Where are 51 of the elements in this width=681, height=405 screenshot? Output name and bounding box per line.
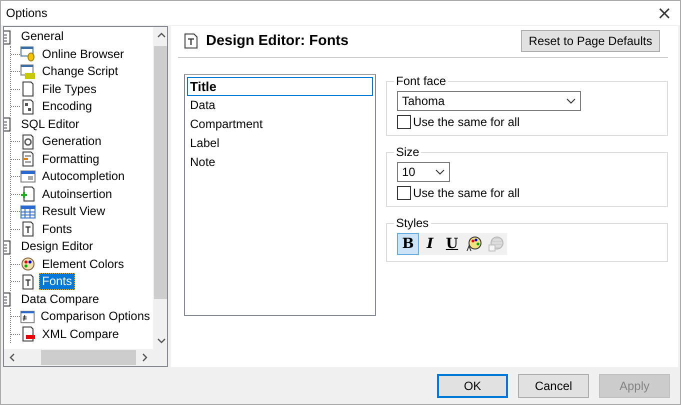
tree-item[interactable]: XML Compare — [39, 326, 122, 343]
scroll-thumb[interactable] — [154, 46, 167, 299]
hatched-circle-icon — [488, 236, 504, 252]
font-page-icon — [184, 32, 198, 48]
font-face-dropdown[interactable]: Tahoma — [397, 91, 581, 111]
style-button[interactable]: I — [419, 233, 441, 255]
reset-button[interactable]: Reset to Page Defaults — [521, 30, 660, 52]
dialog-button[interactable]: Cancel — [518, 374, 589, 398]
caret-icon — [435, 169, 445, 175]
window-title: Options — [6, 6, 48, 20]
style-button[interactable]: B — [397, 233, 419, 255]
vertical-scrollbar[interactable] — [153, 27, 167, 366]
dialog-button[interactable]: OK — [437, 374, 508, 398]
list-item[interactable]: Note — [187, 153, 373, 172]
style-button[interactable]: U — [441, 233, 463, 255]
tree-item[interactable]: Result View — [39, 203, 108, 220]
tree-item[interactable]: Comparison Options — [38, 308, 153, 326]
list-item[interactable]: Title — [187, 77, 373, 96]
checkbox[interactable] — [397, 115, 411, 129]
checkbox[interactable] — [397, 186, 411, 200]
palette-icon — [466, 236, 482, 252]
caret-icon — [566, 98, 576, 104]
tree-item[interactable]: SQL Editor — [18, 116, 82, 133]
tree-item[interactable]: Element Colors — [39, 256, 128, 273]
horizontal-scrollbar[interactable] — [4, 349, 153, 366]
tree-item[interactable]: Change Script — [39, 63, 122, 80]
checkbox-label: Use the same for all — [413, 115, 520, 129]
size-dropdown[interactable]: 10 — [397, 162, 450, 182]
list-item[interactable]: Data — [187, 96, 373, 115]
group-label: Font face — [395, 74, 448, 88]
group-label: Size — [395, 145, 420, 159]
tree-item[interactable]: Data Compare — [18, 290, 102, 308]
checkbox-label: Use the same for all — [413, 186, 520, 200]
tree-item[interactable]: Autoinsertion — [39, 186, 116, 203]
scroll-thumb[interactable] — [41, 350, 136, 365]
tree-item[interactable]: Fonts — [39, 220, 76, 238]
tree-item[interactable]: Encoding — [39, 98, 96, 116]
element-list[interactable]: Title Data Compartment Label Note — [184, 74, 376, 316]
group-label: Styles — [395, 216, 430, 230]
tree-item[interactable]: Autocompletion — [39, 168, 128, 186]
tree-item[interactable]: Fonts — [39, 273, 76, 290]
tree-item[interactable]: Online Browser — [39, 46, 128, 63]
page-title: Design Editor: Fonts — [206, 32, 349, 48]
tree-item[interactable]: Design Editor — [18, 238, 96, 256]
tree-item[interactable]: Generation — [39, 133, 104, 150]
tree-item[interactable]: Formatting — [39, 150, 102, 168]
close-button[interactable]: × — [656, 2, 672, 24]
list-item[interactable]: Compartment — [187, 115, 373, 134]
tree-item[interactable]: General — [18, 28, 67, 46]
tree-item[interactable]: File Types — [39, 80, 100, 98]
list-item[interactable]: Label — [187, 134, 373, 153]
